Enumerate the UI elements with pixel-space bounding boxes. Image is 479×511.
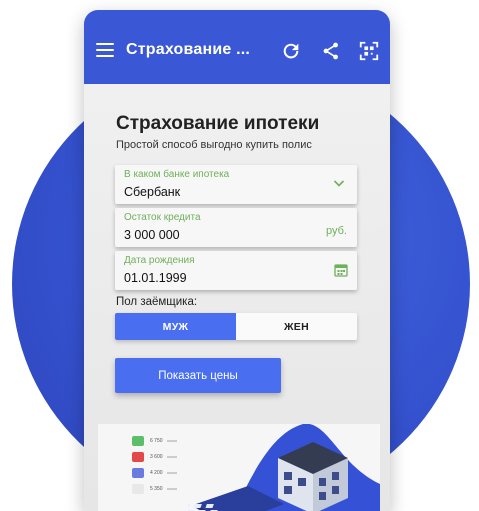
currency-unit: руб.: [326, 225, 347, 237]
gender-toggle: МУЖ ЖЕН: [115, 313, 357, 340]
birth-date-value: 01.01.1999: [124, 271, 187, 285]
loan-balance-field[interactable]: Остаток кредита 3 000 000 руб.: [115, 208, 357, 247]
birth-date-label: Дата рождения: [124, 255, 195, 266]
calendar-icon[interactable]: [334, 263, 348, 277]
qr-code-icon[interactable]: [358, 40, 380, 62]
main-content: Страхование ипотеки Простой способ выгод…: [84, 84, 390, 511]
promo-illustration: 6 750 3 600 4 200 5 350: [98, 424, 380, 511]
refresh-icon[interactable]: [280, 40, 302, 62]
show-prices-button[interactable]: Показать цены: [115, 358, 281, 393]
bank-label: В каком банке ипотека: [124, 169, 230, 180]
chevron-down-icon: [333, 180, 345, 187]
bank-value: Сбербанк: [124, 185, 181, 199]
share-icon[interactable]: [320, 40, 342, 62]
menu-icon[interactable]: [96, 43, 114, 57]
loan-balance-value: 3 000 000: [124, 228, 180, 242]
price-row: 3 600: [132, 452, 177, 462]
bank-logo-icon: [132, 436, 144, 446]
page-subtitle: Простой способ выгодно купить полис: [116, 139, 312, 151]
gender-male-option[interactable]: МУЖ: [115, 313, 236, 340]
page-title: Страхование ипотеки: [116, 113, 320, 134]
app-title: Страхование ...: [126, 41, 251, 58]
gender-female-option[interactable]: ЖЕН: [236, 313, 357, 340]
phone-frame: Страхование ... Страхование ипотеки Прос…: [84, 10, 390, 511]
house-calculator-illustration: [188, 424, 380, 511]
bank-logo-icon: [132, 484, 144, 494]
price-row: 5 350: [132, 484, 177, 494]
birth-date-field[interactable]: Дата рождения 01.01.1999: [115, 251, 357, 290]
price-row: 6 750: [132, 436, 177, 446]
gender-label: Пол заёмщика:: [116, 296, 198, 308]
price-row: 4 200: [132, 468, 177, 478]
app-bar: Страхование ...: [84, 10, 390, 84]
bank-logo-icon: [132, 452, 144, 462]
bank-select[interactable]: В каком банке ипотека Сбербанк: [115, 165, 357, 204]
loan-balance-label: Остаток кредита: [124, 212, 201, 223]
bank-logo-icon: [132, 468, 144, 478]
